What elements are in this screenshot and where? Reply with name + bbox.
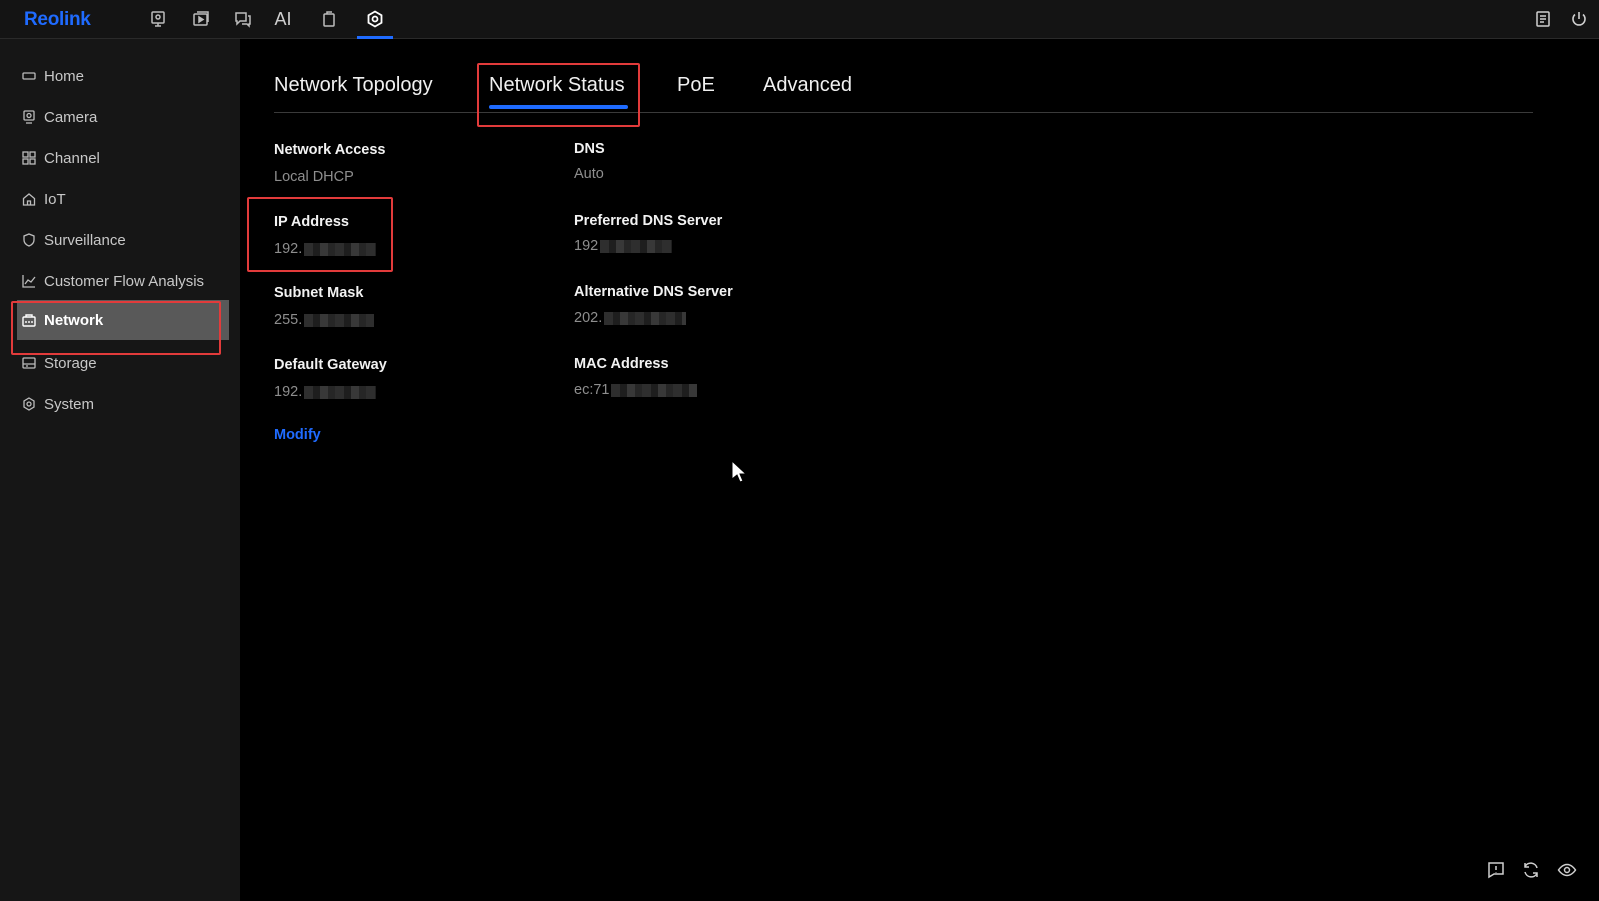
- channel-icon: [22, 151, 36, 165]
- redacted-block: [600, 239, 673, 253]
- highlight-box-ip-address: [247, 197, 393, 272]
- sidebar-item-label: IoT: [44, 190, 66, 208]
- highlight-box-network: [11, 301, 221, 355]
- default-gateway-value: 192.: [274, 384, 303, 400]
- alternative-dns-value: 202.: [574, 310, 603, 326]
- sidebar-item-label: Home: [44, 67, 85, 85]
- sidebar-item-label: Camera: [44, 108, 98, 126]
- default-gateway-field: 192.: [274, 384, 377, 400]
- modify-link[interactable]: Modify: [274, 427, 321, 443]
- subnet-mask-field: 255.: [274, 312, 375, 328]
- mac-address-value: ec:71: [574, 382, 610, 398]
- eye-icon[interactable]: [1557, 860, 1577, 880]
- default-gateway-label: Default Gateway: [274, 357, 387, 373]
- playback-icon[interactable]: [188, 6, 214, 32]
- chart-icon: [22, 275, 36, 288]
- mouse-cursor-icon: [731, 460, 747, 483]
- settings-icon[interactable]: [357, 6, 393, 39]
- preferred-dns-value: 192: [574, 238, 599, 254]
- sidebar-item-label: Surveillance: [44, 231, 126, 249]
- reolink-logo: Reolink: [24, 9, 91, 30]
- redacted-block: [604, 311, 687, 325]
- sidebar-item-surveillance[interactable]: Surveillance: [0, 220, 240, 260]
- tabs-divider: [274, 112, 1533, 113]
- monitor-icon[interactable]: [145, 6, 171, 32]
- camera-icon: [23, 110, 35, 124]
- sidebar-item-home[interactable]: Home: [0, 56, 240, 96]
- redacted-block: [304, 313, 375, 327]
- redacted-block: [304, 385, 377, 399]
- gear-icon: [23, 397, 35, 411]
- mac-address-field: ec:71: [574, 382, 698, 398]
- sidebar-item-camera[interactable]: Camera: [0, 97, 240, 137]
- shield-icon: [23, 233, 35, 247]
- power-icon[interactable]: [1566, 6, 1592, 32]
- tab-network-topology[interactable]: Network Topology: [274, 74, 433, 97]
- ai-icon[interactable]: AI: [270, 6, 296, 32]
- dns-value: Auto: [574, 166, 604, 182]
- dns-label: DNS: [574, 141, 605, 157]
- mac-address-label: MAC Address: [574, 356, 669, 372]
- redacted-block: [611, 383, 698, 397]
- preferred-dns-label: Preferred DNS Server: [574, 213, 723, 229]
- sidebar-item-iot[interactable]: IoT: [0, 179, 240, 219]
- top-bar: Reolink AI: [0, 0, 1599, 39]
- storage-icon: [22, 357, 36, 369]
- network-access-label: Network Access: [274, 142, 386, 158]
- sidebar-item-channel[interactable]: Channel: [0, 138, 240, 178]
- tab-advanced[interactable]: Advanced: [763, 74, 852, 97]
- iot-icon: [22, 193, 36, 206]
- sidebar-item-label: System: [44, 395, 95, 413]
- highlight-box-tab: [477, 63, 640, 127]
- preferred-dns-field: 192: [574, 238, 673, 254]
- chat-icon[interactable]: [230, 6, 256, 32]
- device-icon[interactable]: [316, 6, 342, 32]
- sidebar-item-customer-flow-analysis[interactable]: Customer Flow Analysis: [0, 261, 240, 301]
- sidebar-item-label: Channel: [44, 149, 100, 167]
- tab-poe[interactable]: PoE: [677, 74, 715, 97]
- refresh-icon[interactable]: [1521, 860, 1541, 880]
- home-icon: [22, 72, 36, 80]
- sidebar-item-system[interactable]: System: [0, 384, 240, 424]
- subnet-mask-label: Subnet Mask: [274, 285, 364, 301]
- alternative-dns-label: Alternative DNS Server: [574, 284, 733, 300]
- sidebar-item-label: Customer Flow Analysis: [44, 272, 205, 290]
- notes-icon[interactable]: [1530, 6, 1556, 32]
- subnet-mask-value: 255.: [274, 312, 303, 328]
- sidebar-item-label: Storage: [44, 354, 97, 372]
- network-access-value: Local DHCP: [274, 169, 354, 185]
- feedback-icon[interactable]: [1486, 860, 1506, 880]
- alternative-dns-field: 202.: [574, 310, 687, 326]
- sidebar: Home Camera Channel IoT Surveillance Cus…: [0, 39, 240, 901]
